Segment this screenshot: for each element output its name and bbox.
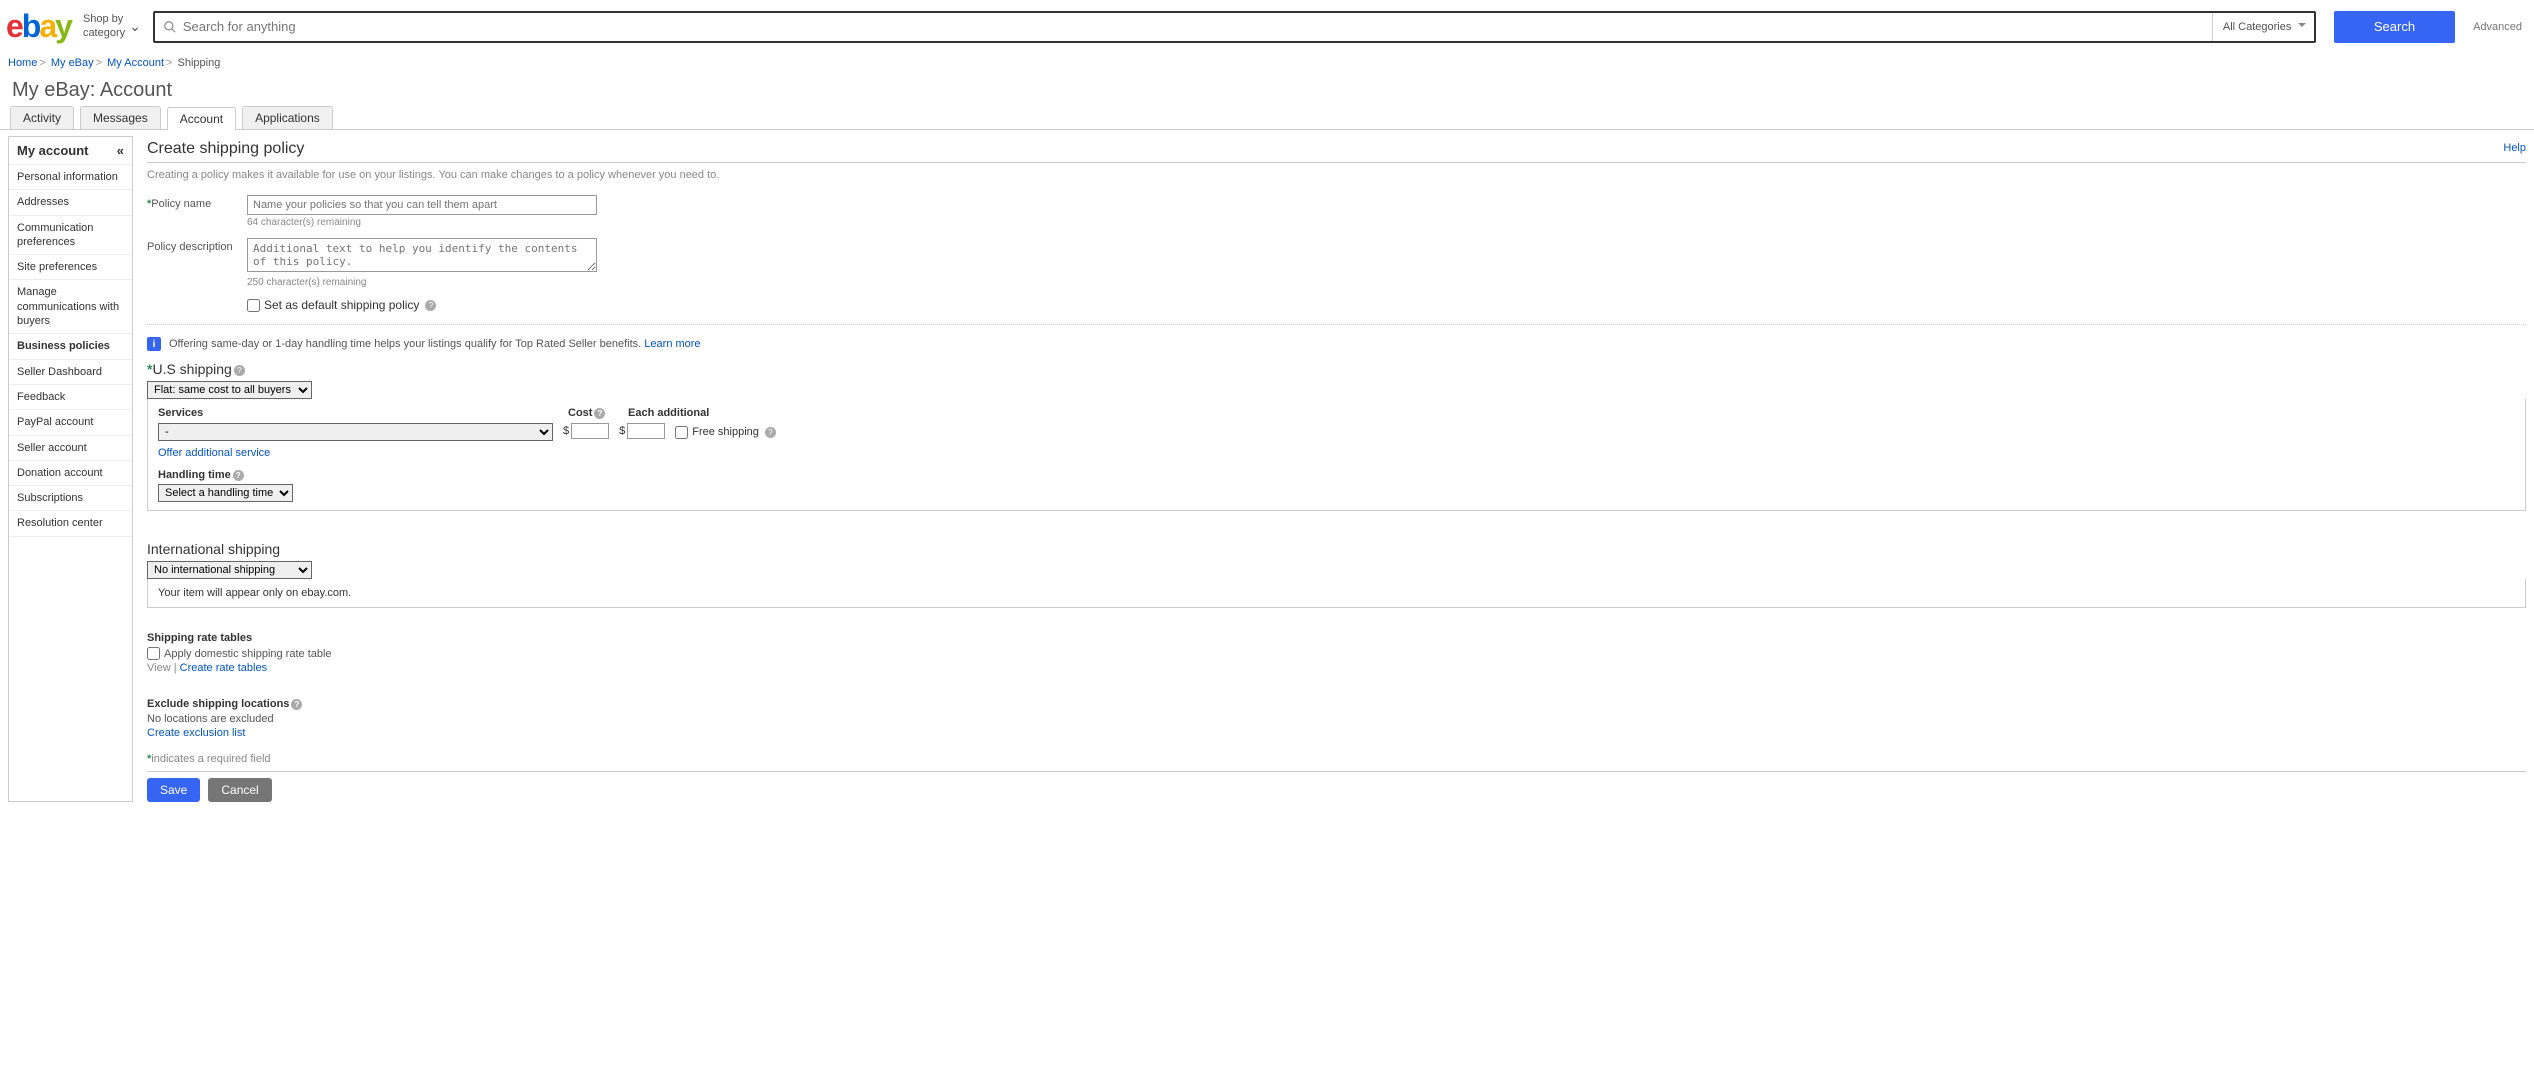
us-shipping-panel: Services Cost? Each additional - $ $ Fre…: [147, 399, 2526, 511]
learn-more-link[interactable]: Learn more: [644, 338, 700, 350]
intl-shipping-select[interactable]: No international shipping: [147, 561, 312, 579]
search-bar: All Categories: [153, 11, 2316, 43]
policy-name-label: *Policy name: [147, 195, 247, 210]
info-icon[interactable]: ?: [234, 365, 245, 376]
search-input[interactable]: [183, 13, 2212, 41]
services-header: Services: [158, 407, 558, 419]
sidebar-item-manage-comm[interactable]: Manage communications with buyers: [9, 280, 132, 334]
intro-text: Creating a policy makes it available for…: [147, 169, 2526, 181]
category-select[interactable]: All Categories: [2212, 13, 2314, 41]
sidebar-item-business-policies[interactable]: Business policies: [9, 334, 132, 359]
rate-tables-title: Shipping rate tables: [147, 632, 2526, 644]
breadcrumb-home[interactable]: Home: [8, 57, 37, 69]
sidebar-item-donation[interactable]: Donation account: [9, 461, 132, 486]
required-note: indicates a required field: [151, 753, 270, 765]
intl-shipping-note: Your item will appear only on ebay.com.: [158, 587, 351, 599]
sidebar-heading-text: My account: [17, 143, 89, 158]
collapse-icon[interactable]: «: [117, 143, 124, 158]
page-title: My eBay: Account: [0, 73, 2534, 106]
policy-name-counter: 64 character(s) remaining: [247, 217, 597, 228]
tab-messages[interactable]: Messages: [80, 106, 161, 129]
us-shipping-type-select[interactable]: Flat: same cost to all buyers: [147, 381, 312, 399]
separator: [147, 324, 2526, 325]
info-banner: i Offering same-day or 1-day handling ti…: [147, 337, 2526, 351]
policy-desc-counter: 250 character(s) remaining: [247, 277, 597, 288]
info-icon[interactable]: ?: [291, 699, 302, 710]
save-button[interactable]: Save: [147, 778, 200, 802]
sidebar-item-comm-prefs[interactable]: Communication preferences: [9, 216, 132, 256]
sidebar-item-addresses[interactable]: Addresses: [9, 190, 132, 215]
search-button[interactable]: Search: [2334, 11, 2455, 43]
each-additional-header: Each additional: [628, 407, 728, 419]
us-shipping-title: *U.S shipping?: [147, 361, 2526, 377]
apply-domestic-label: Apply domestic shipping rate table: [164, 648, 332, 660]
intl-shipping-title: International shipping: [147, 541, 2526, 557]
info-banner-text: Offering same-day or 1-day handling time…: [169, 338, 641, 350]
default-policy-checkbox[interactable]: [247, 299, 260, 312]
create-exclusion-link[interactable]: Create exclusion list: [147, 727, 245, 739]
policy-name-input[interactable]: [247, 195, 597, 215]
policy-desc-input[interactable]: [247, 238, 597, 272]
info-icon[interactable]: ?: [765, 427, 776, 438]
free-shipping-checkbox[interactable]: [675, 426, 688, 439]
sidebar: My account « Personal information Addres…: [8, 136, 133, 802]
shop-by-line2: category: [83, 27, 125, 40]
info-icon-box: i: [147, 337, 161, 351]
breadcrumb: Home> My eBay> My Account> Shipping: [0, 53, 2534, 73]
sidebar-item-seller-account[interactable]: Seller account: [9, 436, 132, 461]
help-link[interactable]: Help: [2503, 142, 2526, 154]
sidebar-item-site-prefs[interactable]: Site preferences: [9, 255, 132, 280]
info-icon[interactable]: ?: [425, 300, 436, 311]
tab-activity[interactable]: Activity: [10, 106, 74, 129]
cost-input[interactable]: [571, 423, 609, 439]
handling-time-label: Handling time: [158, 469, 231, 481]
breadcrumb-myebay[interactable]: My eBay: [51, 57, 94, 69]
exclude-none: No locations are excluded: [147, 713, 2526, 725]
apply-domestic-checkbox[interactable]: [147, 647, 160, 660]
chevron-down-icon: ⌄: [129, 18, 141, 35]
each-additional-input[interactable]: [627, 423, 665, 439]
default-policy-label: Set as default shipping policy: [264, 298, 419, 312]
sidebar-item-subscriptions[interactable]: Subscriptions: [9, 486, 132, 511]
shop-by-category[interactable]: Shop by category ⌄: [83, 13, 141, 39]
cancel-button[interactable]: Cancel: [208, 778, 271, 802]
view-label: View: [147, 662, 171, 674]
main-content: Help Create shipping policy Creating a p…: [147, 136, 2526, 802]
info-icon[interactable]: ?: [594, 408, 605, 419]
free-shipping-label: Free shipping: [692, 426, 759, 438]
section-title: Create shipping policy: [147, 136, 2526, 163]
breadcrumb-myaccount[interactable]: My Account: [107, 57, 164, 69]
sidebar-item-feedback[interactable]: Feedback: [9, 385, 132, 410]
advanced-search-link[interactable]: Advanced: [2473, 21, 2522, 33]
sidebar-item-personal-info[interactable]: Personal information: [9, 165, 132, 190]
shop-by-line1: Shop by: [83, 13, 125, 26]
account-tabs: Activity Messages Account Applications: [0, 106, 2534, 130]
ebay-logo[interactable]: ebay: [6, 8, 71, 45]
sidebar-item-resolution[interactable]: Resolution center: [9, 511, 132, 536]
tab-account[interactable]: Account: [167, 107, 236, 130]
tab-applications[interactable]: Applications: [242, 106, 333, 129]
service-select[interactable]: -: [158, 423, 553, 441]
header: ebay Shop by category ⌄ All Categories S…: [0, 0, 2534, 53]
cost-header: Cost: [568, 407, 592, 419]
exclude-title: Exclude shipping locations: [147, 698, 289, 710]
sidebar-item-seller-dashboard[interactable]: Seller Dashboard: [9, 360, 132, 385]
search-icon: [155, 13, 183, 41]
sidebar-heading: My account «: [9, 137, 132, 165]
offer-additional-link[interactable]: Offer additional service: [158, 447, 270, 459]
create-rate-tables-link[interactable]: Create rate tables: [180, 662, 267, 674]
info-icon[interactable]: ?: [233, 470, 244, 481]
handling-time-select[interactable]: Select a handling time: [158, 484, 293, 502]
intl-shipping-panel: Your item will appear only on ebay.com.: [147, 579, 2526, 608]
sidebar-item-paypal[interactable]: PayPal account: [9, 410, 132, 435]
policy-desc-label: Policy description: [147, 238, 247, 253]
breadcrumb-current: Shipping: [178, 57, 221, 69]
